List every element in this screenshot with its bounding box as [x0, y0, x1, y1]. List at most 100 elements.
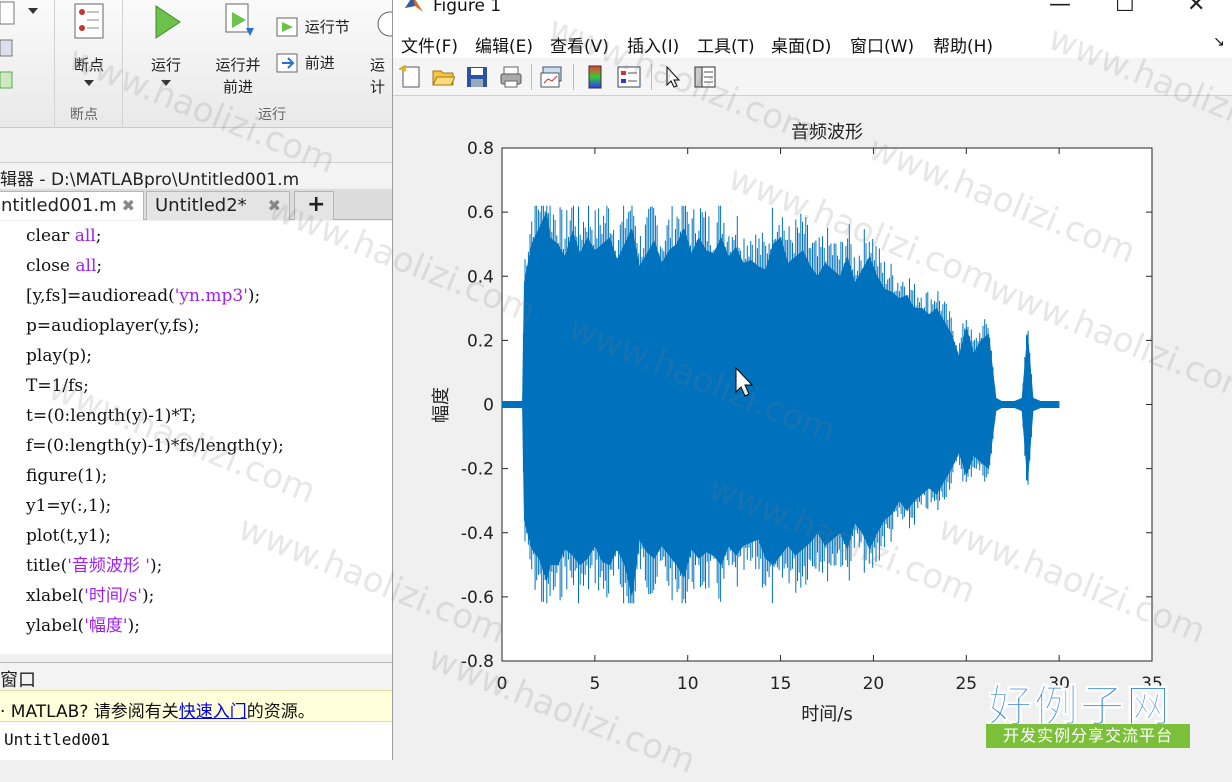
- notice-text: · MATLAB? 请参阅有关: [0, 702, 179, 722]
- code-text: );: [247, 286, 261, 306]
- property-editor-icon[interactable]: [693, 65, 717, 89]
- run-section-label: 运行节: [304, 18, 350, 36]
- code-string: all: [75, 256, 97, 276]
- code-text: y1=y(:,1);: [26, 496, 112, 516]
- code-line[interactable]: T=1/fs;: [26, 371, 89, 401]
- getting-started-notice: · MATLAB? 请参阅有关快速入门的资源。: [0, 690, 392, 722]
- close-icon[interactable]: ✖: [268, 196, 281, 215]
- y-tick-label: 0.4: [467, 267, 494, 287]
- close-window-button[interactable]: ✕: [1187, 0, 1205, 17]
- code-text: f=(0:length(y)-1)*fs/length(y);: [26, 436, 284, 456]
- run-section-button[interactable]: 运行节: [276, 16, 350, 39]
- code-string: 'yn.mp3': [174, 286, 248, 306]
- command-window-title: 窗口: [0, 662, 392, 691]
- code-line[interactable]: f=(0:length(y)-1)*fs/length(y);: [26, 431, 284, 461]
- code-line[interactable]: clear all;: [26, 221, 101, 251]
- y-tick-label: -0.4: [461, 524, 494, 544]
- code-line[interactable]: p=audioplayer(y,fs);: [26, 311, 200, 341]
- code-line[interactable]: t=(0:length(y)-1)*T;: [26, 401, 196, 431]
- run-and-advance-button[interactable]: 运行并 前进: [208, 2, 268, 98]
- advance-label: 前进: [304, 54, 335, 72]
- code-text: p=audioplayer(y,fs);: [26, 316, 200, 336]
- dock-icon[interactable]: ↘: [1213, 34, 1225, 50]
- figure-titlebar[interactable]: Figure 1 — ☐ ✕: [393, 0, 1232, 30]
- code-line[interactable]: figure(1);: [26, 461, 107, 491]
- command-line[interactable]: Untitled001: [0, 722, 392, 760]
- advance-icon: [276, 53, 298, 72]
- breakpoints-button[interactable]: 断点: [62, 2, 116, 86]
- code-string: '时间/s': [84, 586, 142, 606]
- notice-text-end: 的资源。: [246, 702, 315, 722]
- open-file-icon[interactable]: [431, 65, 455, 89]
- menu-insert[interactable]: 插入(I): [627, 32, 679, 57]
- code-line[interactable]: y1=y(:,1);: [26, 491, 111, 521]
- run-and-time-button[interactable]: 运 计: [370, 2, 394, 98]
- y-tick-label: 0.8: [467, 139, 494, 159]
- code-line[interactable]: [y,fs]=audioread('yn.mp3');: [26, 281, 260, 311]
- menu-help[interactable]: 帮助(H): [933, 32, 993, 57]
- y-tick-label: -0.6: [461, 588, 494, 608]
- breakpoints-label: 断点: [73, 56, 104, 74]
- code-text: figure(1);: [26, 466, 108, 486]
- tab-untitled001[interactable]: ntitled001.m ✖: [0, 191, 144, 220]
- menu-file[interactable]: 文件(F): [401, 32, 458, 57]
- menu-tools[interactable]: 工具(T): [697, 32, 755, 57]
- figure-title: Figure 1: [433, 0, 502, 16]
- tab-label: ntitled001.m: [1, 195, 117, 216]
- new-tab-button[interactable]: +: [294, 191, 334, 220]
- group-label-breakpoints: 断点: [70, 107, 98, 123]
- run-button[interactable]: 运行: [140, 2, 192, 86]
- menu-window[interactable]: 窗口(W): [850, 32, 914, 57]
- code-text: [y,fs]=audioread(: [26, 286, 175, 306]
- save-icon[interactable]: [465, 65, 489, 89]
- ribbon-dropdown-left[interactable]: [0, 0, 50, 89]
- code-string: '音频波形 ': [67, 556, 150, 576]
- insert-colorbar-icon[interactable]: [583, 65, 607, 89]
- x-axis-label: 时间/s: [801, 704, 852, 725]
- print-icon[interactable]: [499, 65, 523, 89]
- tab-untitled2[interactable]: Untitled2* ✖: [146, 191, 290, 220]
- code-text: clear: [26, 226, 75, 246]
- y-axis-label: 幅度: [431, 387, 452, 423]
- menu-view[interactable]: 查看(V): [550, 32, 609, 57]
- group-label-run: 运行: [258, 107, 286, 123]
- run-time-label-1: 运: [370, 56, 386, 74]
- x-tick-label: 10: [677, 674, 699, 694]
- minimize-button[interactable]: —: [1049, 0, 1071, 17]
- code-text: title(: [26, 556, 68, 576]
- code-line[interactable]: xlabel('时间/s');: [26, 581, 154, 611]
- run-advance-icon: [225, 3, 254, 36]
- run-label: 运行: [150, 56, 181, 74]
- figure-menubar: 文件(F) 编辑(E) 查看(V) 插入(I) 工具(T) 桌面(D) 窗口(W…: [393, 30, 1232, 58]
- stopwatch-icon: [377, 11, 394, 37]
- menu-desktop[interactable]: 桌面(D): [771, 32, 831, 57]
- run-icon: [155, 5, 181, 39]
- new-figure-icon[interactable]: [399, 65, 423, 89]
- getting-started-link[interactable]: 快速入门: [179, 702, 247, 721]
- advance-button[interactable]: 前进: [276, 52, 335, 75]
- insert-legend-icon[interactable]: [617, 65, 641, 89]
- link-plot-icon[interactable]: [539, 65, 563, 89]
- menu-edit[interactable]: 编辑(E): [475, 32, 533, 57]
- chevron-down-icon: [84, 80, 94, 86]
- code-line[interactable]: ylabel('幅度');: [26, 611, 140, 641]
- haolizi-logo: 好例子网 开发实例分享交流平台: [984, 670, 1190, 752]
- y-tick-label: -0.2: [461, 460, 494, 480]
- run-time-label-2: 计: [370, 78, 386, 96]
- editor-tab-bar: ntitled001.m ✖ Untitled2* ✖ +: [0, 189, 392, 220]
- code-line[interactable]: play(p);: [26, 341, 92, 371]
- x-tick-label: 0: [497, 674, 508, 694]
- code-line[interactable]: close all;: [26, 251, 102, 281]
- close-icon[interactable]: ✖: [122, 196, 135, 215]
- code-string: all: [74, 226, 96, 246]
- code-line[interactable]: title('音频波形 ');: [26, 551, 162, 581]
- waveform-plot[interactable]: 0 5 10 15 20 25 30 350.80.60.40.20-0.2-0.4-0.6-…: [393, 96, 1232, 730]
- y-tick-label: 0.2: [467, 331, 494, 351]
- maximize-button[interactable]: ☐: [1115, 0, 1135, 17]
- tab-label: Untitled2*: [155, 195, 247, 216]
- code-line[interactable]: plot(t,y1);: [26, 521, 111, 551]
- x-tick-label: 25: [955, 674, 977, 694]
- editor-title: 辑器 - D:\MATLABpro\Untitled001.m: [0, 162, 392, 188]
- code-editor[interactable]: clear all; close all; [y,fs]=audioread('yn…: [0, 221, 392, 654]
- pointer-icon[interactable]: [661, 65, 685, 89]
